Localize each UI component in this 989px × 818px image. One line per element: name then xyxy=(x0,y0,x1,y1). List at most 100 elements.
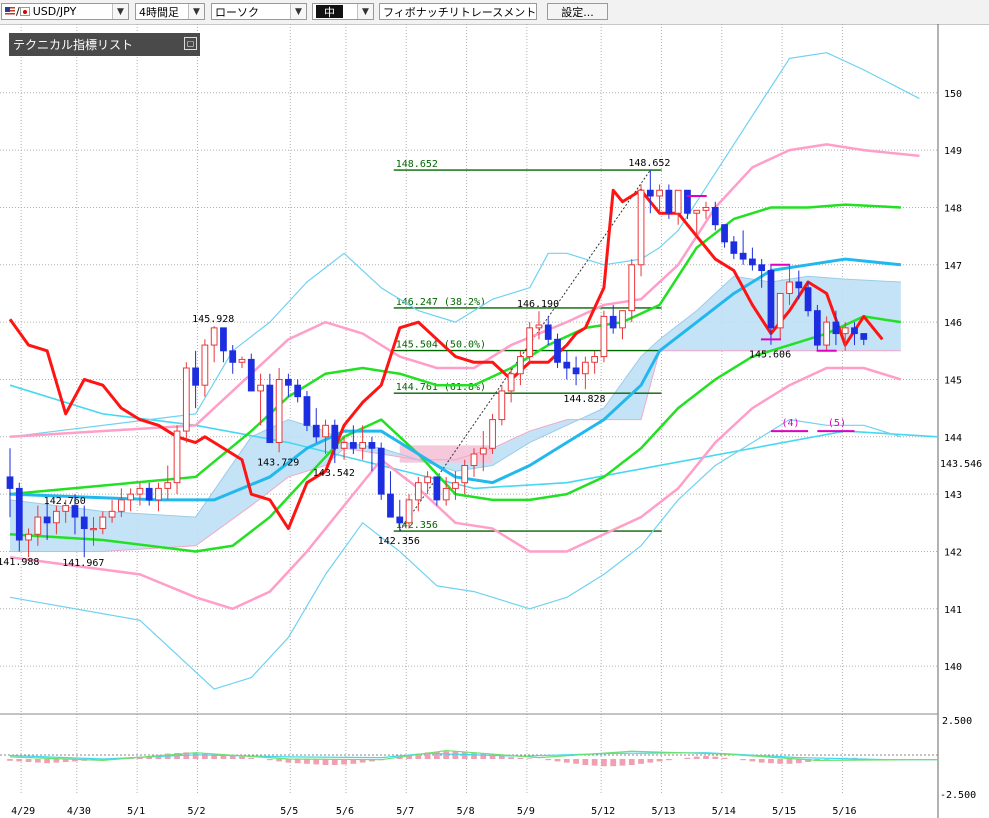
candle-body xyxy=(600,315,608,358)
date-tick-label: 5/16 xyxy=(832,806,856,817)
date-tick-label: 5/2 xyxy=(187,806,205,817)
osc-histogram-bar xyxy=(712,756,719,759)
candle-body xyxy=(479,447,487,455)
osc-histogram-bar xyxy=(684,757,691,759)
candle xyxy=(173,425,181,495)
price-tick-label: 147 xyxy=(944,261,962,272)
candle-body xyxy=(127,493,135,501)
candle-body xyxy=(136,487,144,495)
price-label: 145.928 xyxy=(192,314,234,325)
candle-body xyxy=(823,321,831,346)
osc-histogram-bar xyxy=(582,759,589,765)
drawing-tool-field[interactable]: フィボナッチリトレースメント xyxy=(379,3,537,20)
candle-body xyxy=(322,424,329,438)
candle-body xyxy=(53,510,60,524)
date-tick-label: 5/1 xyxy=(127,806,145,817)
price-tick-label: 146 xyxy=(944,318,962,329)
osc-histogram-bar xyxy=(498,756,505,759)
chart-style-select[interactable]: ローソク ▼ xyxy=(211,3,307,20)
osc-histogram-bar xyxy=(823,759,830,760)
candle xyxy=(414,476,422,512)
candle-body xyxy=(331,424,339,449)
candle-body xyxy=(257,384,264,392)
candle-body xyxy=(711,206,719,226)
line-width-select[interactable]: 中 ▼ xyxy=(312,3,374,20)
candle-body xyxy=(164,482,172,489)
candle-body xyxy=(368,442,376,449)
candle xyxy=(646,170,654,214)
candle xyxy=(674,189,682,225)
osc-histogram-bar xyxy=(266,759,273,761)
osc-histogram-bar xyxy=(545,759,552,761)
candle-body xyxy=(749,258,756,266)
candle xyxy=(220,327,227,363)
osc-histogram-bar xyxy=(740,759,746,761)
candle-body xyxy=(609,315,617,329)
candle-body xyxy=(433,476,441,501)
candle xyxy=(433,476,441,506)
indicator-lines xyxy=(8,52,939,690)
candle xyxy=(749,247,756,271)
indicator-list-panel[interactable]: テクニカル指標リスト ▢ xyxy=(9,33,200,56)
annotation-label: (5) xyxy=(828,418,846,429)
candle-body xyxy=(721,224,728,243)
osc-histogram-bar xyxy=(703,756,709,759)
candle-body xyxy=(303,396,311,426)
osc-histogram-bar xyxy=(461,751,468,759)
candle xyxy=(210,326,218,363)
osc-histogram-bar xyxy=(647,759,654,763)
osc-histogram-bar xyxy=(563,759,570,763)
minimize-icon[interactable]: ▢ xyxy=(184,37,197,50)
settings-button[interactable]: 設定... xyxy=(547,3,608,20)
candle xyxy=(563,350,571,380)
candle-body xyxy=(173,430,181,484)
candle-body xyxy=(813,310,821,346)
candle-body xyxy=(210,327,218,346)
candle-body xyxy=(619,310,626,329)
symbol-select[interactable]: / USD/JPY ▼ xyxy=(1,3,129,20)
candle-body xyxy=(71,505,79,518)
osc-tick-label: 2.500 xyxy=(942,716,972,727)
candle-body xyxy=(702,206,710,211)
candle-body xyxy=(739,252,747,260)
candle xyxy=(619,310,626,340)
price-label: 148.652 xyxy=(628,158,670,169)
candle xyxy=(266,373,274,444)
candle-body xyxy=(108,510,116,518)
price-label: 145.606 xyxy=(749,349,791,360)
osc-histogram-bar xyxy=(628,759,635,765)
date-tick-label: 5/8 xyxy=(457,806,475,817)
timeframe-select[interactable]: 4時間足 ▼ xyxy=(135,3,205,20)
candle xyxy=(145,482,153,506)
price-tick-label: 142 xyxy=(944,547,962,558)
candle xyxy=(489,413,496,454)
candle-body xyxy=(665,189,673,214)
osc-histogram-bar xyxy=(452,751,459,759)
date-tick-label: 4/30 xyxy=(67,806,91,817)
candle xyxy=(155,482,162,512)
price-tick-label: 144 xyxy=(944,433,962,444)
candle-body xyxy=(832,321,840,335)
candle-body xyxy=(43,516,51,524)
price-tick-label: 145 xyxy=(944,375,962,386)
price-tick-label: 148 xyxy=(944,203,962,214)
osc-histogram-bar xyxy=(656,759,663,762)
candle-body xyxy=(414,482,422,501)
osc-histogram-bar xyxy=(508,757,514,759)
osc-histogram-bar xyxy=(434,751,440,759)
timeframe-label: 4時間足 xyxy=(139,5,179,19)
osc-histogram-bar xyxy=(554,759,561,762)
price-tick-label: 140 xyxy=(944,662,962,673)
price-chart[interactable]: 148.652146.247 (38.2%)145.504 (50.0%)144… xyxy=(0,24,989,818)
candle xyxy=(294,379,302,403)
candle-body xyxy=(517,356,524,375)
candle xyxy=(424,471,431,495)
candle xyxy=(684,189,691,219)
price-label: 142.760 xyxy=(44,496,86,507)
date-tick-label: 5/14 xyxy=(712,806,736,817)
candle xyxy=(739,230,747,265)
date-tick-label: 5/6 xyxy=(336,806,354,817)
osc-histogram-bar xyxy=(276,759,282,762)
line-width-label: 中 xyxy=(316,5,343,19)
osc-histogram-bar xyxy=(777,759,784,764)
